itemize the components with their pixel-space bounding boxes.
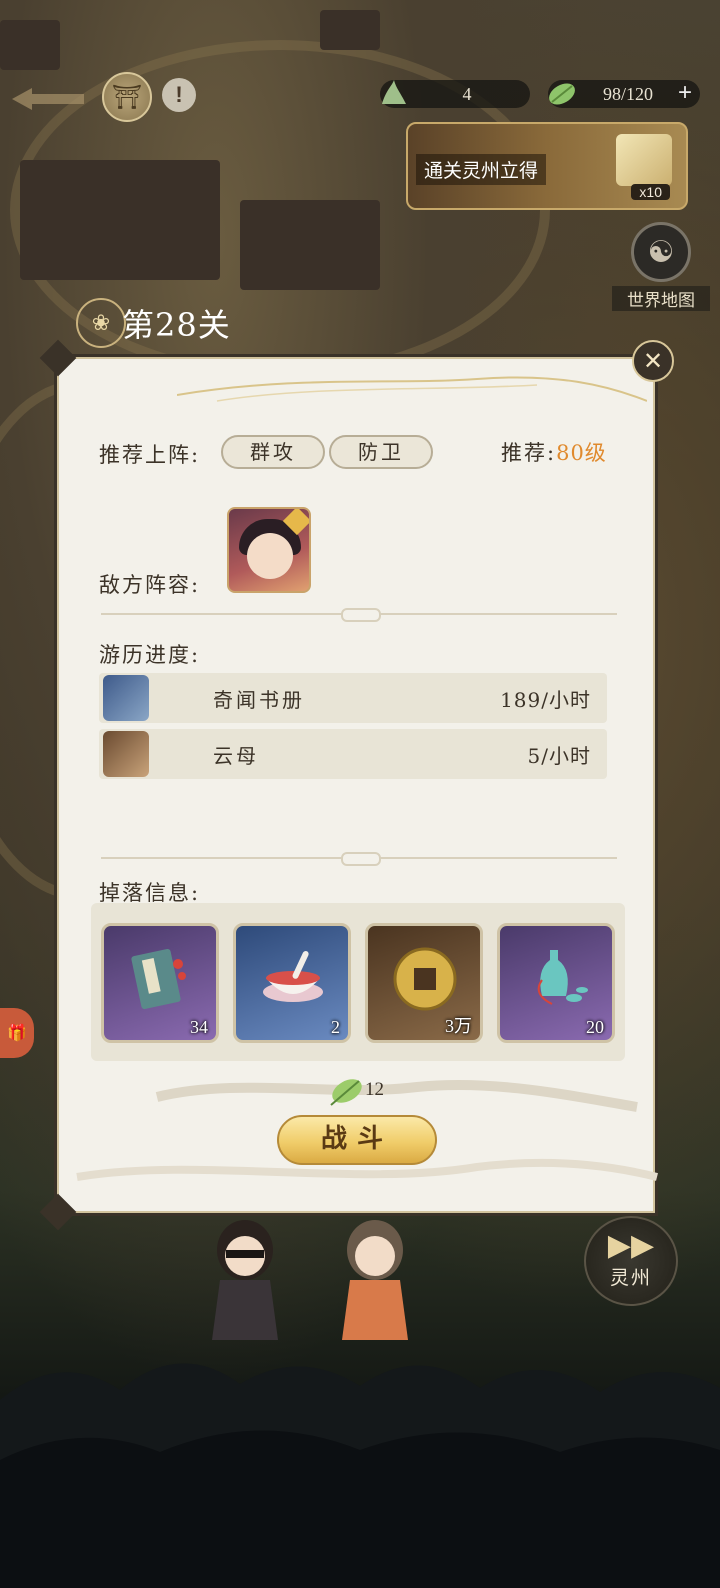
recommend-level-value: 80级: [556, 441, 607, 465]
leaf-icon: [330, 1079, 362, 1106]
leaf-icon: [549, 83, 575, 105]
add-stamina-button[interactable]: +: [674, 81, 696, 105]
recommend-level: 推荐:80级: [501, 437, 607, 467]
book-item-icon: [131, 948, 186, 1010]
back-arrow-icon: [12, 88, 84, 110]
next-area-label: 灵州: [609, 1267, 652, 1289]
foreground-bushes: [0, 1363, 720, 1588]
stamina-cost-value: 12: [365, 1079, 384, 1100]
fight-button[interactable]: 战斗: [277, 1115, 437, 1165]
clear-reward-count: x10: [631, 184, 670, 200]
fast-forward-icon: ▶▶: [607, 1228, 655, 1263]
level-emblem-icon: ❀: [76, 298, 126, 348]
progress-label: 游历进度:: [99, 643, 201, 667]
reward-item-icon: [616, 134, 672, 186]
back-button[interactable]: [8, 82, 88, 116]
drop-item[interactable]: 2: [233, 923, 351, 1043]
world-map-icon: ☯: [631, 222, 691, 282]
recommend-prefix: 推荐:: [501, 441, 557, 465]
vase-item-icon: [537, 950, 588, 1005]
progress-item-rate: 5/小时: [527, 744, 591, 768]
level-title: 第28关: [122, 306, 231, 344]
drop-qty: 2: [331, 1017, 340, 1037]
drop-item[interactable]: 20: [497, 923, 615, 1043]
progress-row: 云母 5/小时: [99, 729, 607, 779]
gift-icon[interactable]: 🎁: [0, 1008, 34, 1058]
drops-panel: 34 2 3万 20: [91, 903, 625, 1061]
close-button[interactable]: ✕: [632, 340, 674, 382]
drop-qty: 34: [190, 1017, 208, 1037]
enemy-avatar[interactable]: [227, 507, 311, 593]
progress-item-rate: 189/小时: [500, 688, 591, 712]
next-area-button[interactable]: ▶▶ 灵州: [584, 1216, 678, 1306]
clear-reward-text: 通关灵州立得: [416, 154, 547, 185]
enemy-lineup-label: 敌方阵容:: [99, 573, 201, 597]
party-characters: [180, 1206, 440, 1346]
mica-icon: [103, 731, 149, 777]
gate-icon[interactable]: ⛩: [102, 72, 152, 122]
character-sprite: [212, 1220, 278, 1340]
stamina-cost: 12: [325, 1075, 405, 1109]
progress-item-name: 云母: [213, 744, 259, 768]
tag-aoe: 群攻: [221, 435, 325, 469]
progress-row: 奇闻书册 189/小时: [99, 673, 607, 723]
stamina-bar: 98/120 +: [548, 80, 700, 108]
drop-qty: 20: [586, 1017, 604, 1037]
resource-bar-a: 4: [380, 80, 530, 108]
grass-icon: [382, 80, 406, 104]
bowl-item-icon: [263, 951, 323, 1002]
recommend-lineup-label: 推荐上阵:: [99, 443, 201, 467]
level-info-dialog: 推荐上阵: 群攻 防卫 推荐:80级 敌方阵容: 游历进度: 奇闻书册 189/…: [39, 339, 658, 1231]
tag-defense: 防卫: [329, 435, 433, 469]
book-icon: [103, 675, 149, 721]
world-map-button[interactable]: ☯ 世界地图: [612, 222, 710, 311]
world-map-label: 世界地图: [612, 286, 710, 311]
progress-item-name: 奇闻书册: [213, 688, 305, 712]
drop-item[interactable]: 3万: [365, 923, 483, 1043]
character-sprite: [342, 1220, 408, 1340]
level-title-banner: ❀ 第28关: [72, 294, 412, 350]
coin-item-icon: [393, 947, 457, 1011]
section-divider: [101, 608, 617, 622]
section-divider: [101, 852, 617, 866]
clear-reward-banner[interactable]: 通关灵州立得 x10: [406, 122, 688, 210]
drop-qty: 3万: [445, 1016, 472, 1036]
drop-item[interactable]: 34: [101, 923, 219, 1043]
alert-icon[interactable]: !: [162, 78, 196, 112]
cloud-swirl-decoration: [177, 376, 647, 402]
